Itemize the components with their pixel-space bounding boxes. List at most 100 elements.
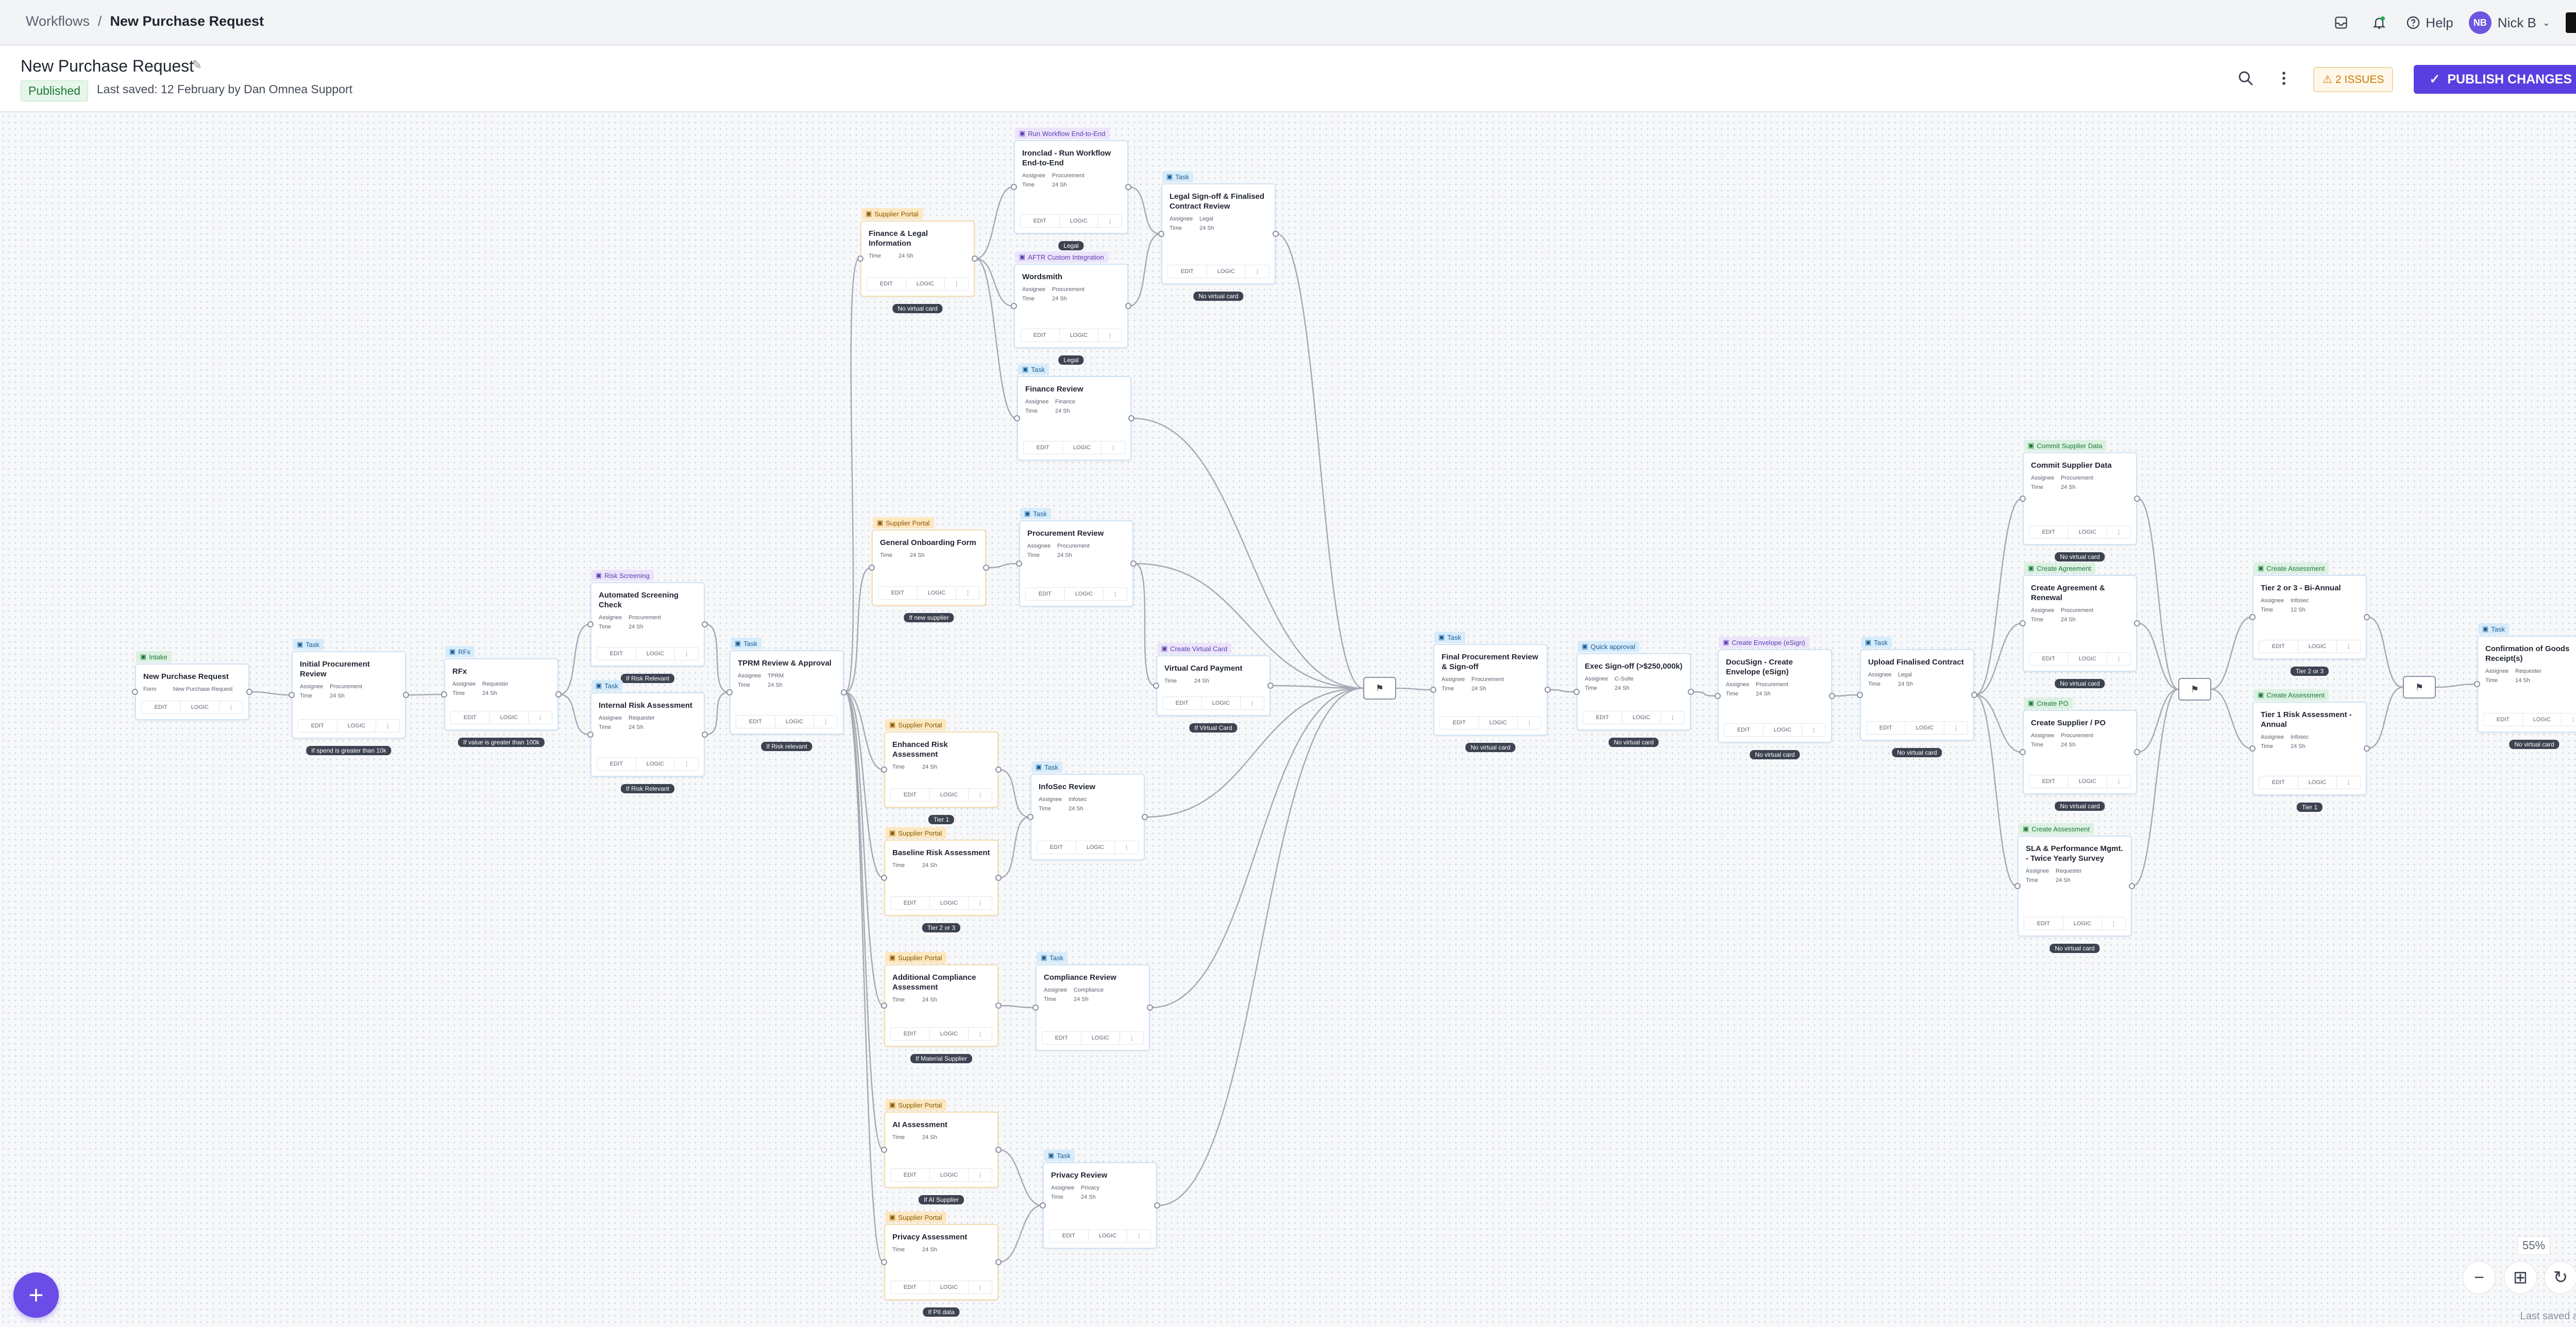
node-output-handle[interactable] [2134,749,2140,755]
node-more-button[interactable]: ⋮ [969,1169,992,1181]
node-output-handle[interactable] [1147,1005,1153,1011]
node-input-handle[interactable] [1016,560,1022,567]
node-logic-button[interactable]: LOGIC [1089,1230,1128,1242]
node-more-button[interactable]: ⋮ [376,720,399,732]
node-input-handle[interactable] [587,621,594,627]
node-input-handle[interactable] [1032,1005,1039,1011]
node-more-button[interactable]: ⋮ [2102,917,2125,930]
node-input-handle[interactable] [1040,1202,1046,1209]
workflow-node-ironclad[interactable]: ▣ Run Workflow End-to-End Ironclad - Run W… [1011,128,1131,234]
node-edit-button[interactable]: EDIT [891,1169,930,1181]
node-edit-button[interactable]: EDIT [298,720,337,732]
node-input-handle[interactable] [1158,231,1164,237]
node-edit-button[interactable]: EDIT [1021,329,1060,342]
node-output-handle[interactable] [1130,560,1137,567]
node-output-handle[interactable] [995,875,1002,881]
node-more-button[interactable]: ⋮ [1101,441,1125,454]
node-logic-button[interactable]: LOGIC [1479,717,1518,729]
workflow-node-virtual-card[interactable]: ▣ Create Virtual Card Virtual Card Payment… [1153,643,1274,716]
node-more-button[interactable]: ⋮ [2562,713,2576,726]
node-edit-button[interactable]: EDIT [1168,265,1207,278]
node-input-handle[interactable] [881,875,887,881]
fit-view-button[interactable]: ⊞ [2504,1261,2537,1294]
node-output-handle[interactable] [1273,231,1279,237]
node-output-handle[interactable] [1971,692,1977,698]
node-logic-button[interactable]: LOGIC [1060,329,1099,342]
node-more-button[interactable]: ⋮ [529,711,552,724]
node-logic-button[interactable]: LOGIC [1060,215,1099,227]
node-more-button[interactable]: ⋮ [1098,329,1122,342]
workflow-node-privacy-assess[interactable]: ▣ Supplier Portal Privacy Assessment Time 24… [881,1212,1002,1300]
workflow-node-wordsmith[interactable]: ▣ AFTR Custom Integration Wordsmith Assigne… [1011,251,1131,348]
workflow-node-screening[interactable]: ▣ Risk Screening Automated Screening Check… [587,570,708,667]
node-more-button[interactable]: ⋮ [675,648,698,660]
user-menu[interactable]: NB Nick B ⌄ [2468,11,2550,34]
node-output-handle[interactable] [1125,184,1131,190]
node-edit-button[interactable]: EDIT [142,701,181,713]
node-more-button[interactable]: ⋮ [2337,776,2360,789]
issues-button[interactable]: ⚠ 2 ISSUES [2313,66,2394,92]
node-edit-button[interactable]: EDIT [891,1028,930,1040]
node-edit-button[interactable]: EDIT [2029,526,2069,538]
node-input-handle[interactable] [1011,184,1017,190]
node-edit-button[interactable]: EDIT [1021,215,1060,227]
workflow-node-infosec[interactable]: ▣ Task InfoSec Review Assignee Infosec Time 24… [1027,761,1148,860]
node-logic-button[interactable]: LOGIC [2523,713,2562,726]
node-logic-button[interactable]: LOGIC [1202,697,1241,709]
node-logic-button[interactable]: LOGIC [1906,722,1945,734]
node-input-handle[interactable] [2474,681,2480,687]
node-output-handle[interactable] [2134,620,2140,626]
workflow-node-onboarding[interactable]: ▣ Supplier Portal General Onboarding Form T… [869,517,989,606]
workflow-node-compliance-review[interactable]: ▣ Task Compliance Review Assignee Compliance… [1032,952,1153,1051]
node-output-handle[interactable] [1154,1202,1160,1209]
node-input-handle[interactable] [881,767,887,773]
node-logic-button[interactable]: LOGIC [930,897,969,909]
node-logic-button[interactable]: LOGIC [930,1281,969,1294]
zoom-out-button[interactable]: − [2463,1261,2496,1294]
node-more-button[interactable]: ⋮ [814,716,837,728]
workflow-node-create-po[interactable]: ▣ Create PO Create Supplier / PO Assignee Pr… [2020,697,2140,794]
workflow-node-initial-review[interactable]: ▣ Task Initial Procurement Review Assignee P… [289,639,409,739]
node-logic-button[interactable]: LOGIC [918,587,957,599]
node-edit-button[interactable]: EDIT [1440,717,1479,729]
node-more-button[interactable]: ⋮ [1802,724,1825,736]
node-edit-button[interactable]: EDIT [1026,588,1065,600]
node-edit-button[interactable]: EDIT [597,758,636,770]
workflow-node-commit-supplier[interactable]: ▣ Commit Supplier Data Commit Supplier Dat… [2020,440,2140,545]
node-input-handle[interactable] [2020,749,2026,755]
node-edit-button[interactable]: EDIT [2484,713,2523,726]
node-logic-button[interactable]: LOGIC [1063,441,1102,454]
node-input-handle[interactable] [1430,687,1436,693]
node-input-handle[interactable] [1857,692,1863,698]
node-input-handle[interactable] [2249,745,2256,752]
workflow-node-tier23[interactable]: ▣ Create Assessment Tier 2 or 3 - Bi-Annua… [2249,563,2370,659]
node-logic-button[interactable]: LOGIC [337,720,377,732]
node-edit-button[interactable]: EDIT [891,1281,930,1294]
workflow-node-internal-risk[interactable]: ▣ Task Internal Risk Assessment Assignee Req… [587,680,708,777]
node-more-button[interactable]: ⋮ [675,758,698,770]
workflow-node-exec-signoff[interactable]: ▣ Quick approval Exec Sign-off (>$250,000k… [1573,641,1694,730]
node-edit-button[interactable]: EDIT [2029,653,2069,665]
node-more-button[interactable]: ⋮ [2107,775,2130,788]
node-output-handle[interactable] [1128,415,1134,421]
node-input-handle[interactable] [881,1259,887,1265]
node-edit-button[interactable]: EDIT [2029,775,2069,788]
node-output-handle[interactable] [1125,303,1131,309]
node-logic-button[interactable]: LOGIC [2069,526,2108,538]
workflow-node-confirmation[interactable]: ▣ Task Confirmation of Goods Receipt(s) Ass… [2474,623,2576,733]
node-input-handle[interactable] [2249,614,2256,620]
node-logic-button[interactable]: LOGIC [1076,841,1115,854]
node-more-button[interactable]: ⋮ [1241,697,1264,709]
node-logic-button[interactable]: LOGIC [930,1028,969,1040]
node-more-button[interactable]: ⋮ [1127,1230,1150,1242]
node-more-button[interactable]: ⋮ [1246,265,1269,278]
node-logic-button[interactable]: LOGIC [906,278,945,290]
workflow-node-upload-contract[interactable]: ▣ Task Upload Finalised Contract Assignee Le… [1857,637,1977,741]
node-more-button[interactable]: ⋮ [1518,717,1541,729]
workflow-node-privacy-review[interactable]: ▣ Task Privacy Review Assignee Privacy Time 24… [1040,1150,1160,1249]
node-output-handle[interactable] [2134,496,2140,502]
node-input-handle[interactable] [132,689,138,695]
search-icon[interactable] [2237,70,2255,90]
workflow-node-tprm[interactable]: ▣ Task TPRM Review & Approval Assignee TPRM T… [726,638,847,735]
node-input-handle[interactable] [726,689,733,695]
